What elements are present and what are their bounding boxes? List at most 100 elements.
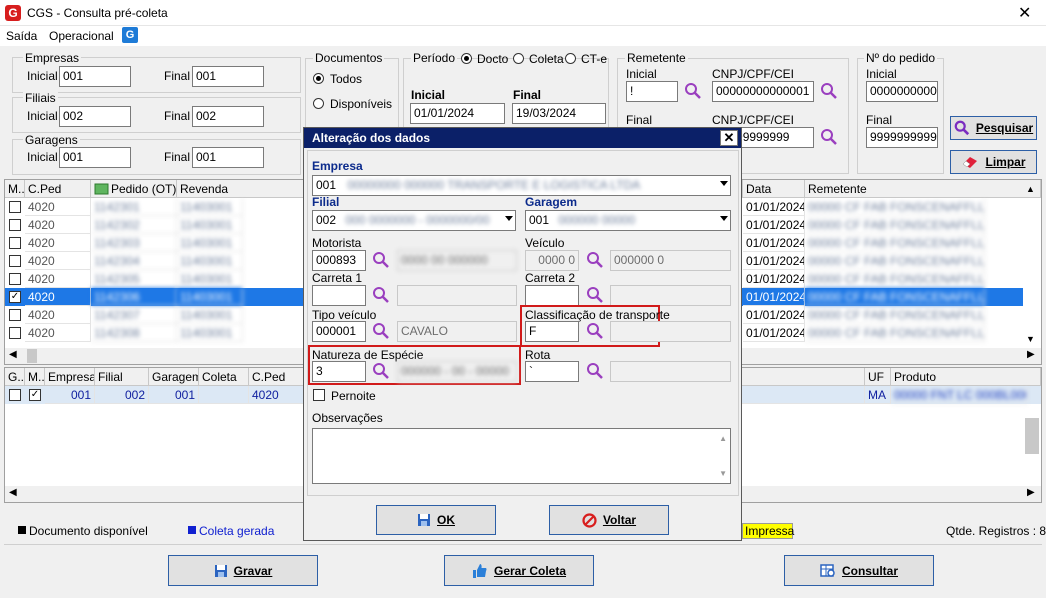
scroll-thumb[interactable] [27, 349, 37, 363]
col-header-produto[interactable]: Produto [891, 368, 1041, 386]
row-checkbox[interactable] [9, 273, 21, 285]
rota-input[interactable]: ` [525, 361, 579, 382]
documentos-todos-radio[interactable] [313, 73, 324, 84]
gerar-coleta-button[interactable]: Gerar Coleta [444, 555, 594, 586]
periodo-inicial-input[interactable]: 01/01/2024 [410, 103, 505, 124]
search-icon[interactable] [586, 286, 604, 304]
search-icon[interactable] [586, 322, 604, 340]
row-checkbox[interactable] [9, 309, 21, 321]
search-icon[interactable] [684, 82, 702, 100]
search-icon[interactable] [820, 128, 838, 146]
motorista-input[interactable]: 000893 [312, 250, 366, 271]
dialog-close-icon[interactable]: ✕ [720, 130, 738, 146]
garagens-label: Garagens [23, 133, 80, 147]
documentos-disponiveis-radio[interactable] [313, 98, 324, 109]
periodo-cte-radio[interactable] [565, 53, 576, 64]
chevron-down-icon[interactable] [505, 216, 513, 221]
row-data: 01/01/2024 [743, 288, 805, 306]
scroll-left-icon[interactable]: ◀ [9, 349, 17, 360]
empresa-select[interactable]: 001 00000000 000000 TRANSPORTE E LOGISTI… [312, 175, 731, 196]
scroll-up-icon[interactable]: ▲ [1026, 184, 1035, 194]
scroll-down-icon[interactable]: ▼ [1026, 334, 1035, 344]
row-m-checkbox[interactable]: ✓ [29, 389, 41, 401]
chevron-down-icon[interactable] [720, 216, 728, 221]
search-icon[interactable] [372, 251, 390, 269]
row-data: 01/01/2024 [743, 324, 805, 342]
close-icon[interactable]: ✕ [1018, 3, 1031, 23]
dialog-title: Alteração dos dados [312, 131, 431, 145]
row-checkbox[interactable] [9, 219, 21, 231]
search-icon[interactable] [372, 322, 390, 340]
app-shortcut-icon[interactable]: G [122, 27, 138, 43]
search-icon[interactable] [372, 362, 390, 380]
pernoite-checkbox[interactable] [313, 389, 325, 401]
limpar-button[interactable]: Limpar [950, 150, 1037, 174]
col-header-m[interactable]: M... [5, 180, 25, 198]
observacoes-textarea[interactable]: ▲ ▼ [312, 428, 731, 484]
garagens-final-input[interactable]: 001 [192, 147, 264, 168]
pesquisar-button[interactable]: Pesquisar [950, 116, 1037, 140]
scroll-right-icon[interactable]: ▶ [1027, 487, 1035, 498]
empresas-inicial-input[interactable]: 001 [59, 66, 131, 87]
classificacao-input[interactable]: F [525, 321, 579, 342]
scroll-down-icon[interactable]: ▼ [719, 466, 727, 481]
col-header-g[interactable]: G... [5, 368, 25, 386]
row-revenda: 11403001 [177, 198, 243, 216]
consultar-button[interactable]: Consultar [784, 555, 934, 586]
row-checkbox[interactable]: ✓ [9, 291, 21, 303]
search-icon[interactable] [372, 286, 390, 304]
filiais-inicial-input[interactable]: 002 [59, 106, 131, 127]
documentos-todos-label: Todos [330, 72, 363, 86]
row-checkbox[interactable] [9, 201, 21, 213]
scroll-up-icon[interactable]: ▲ [719, 431, 727, 446]
row-g-checkbox[interactable] [9, 389, 21, 401]
natureza-input[interactable]: 3 [312, 361, 366, 382]
menu-operacional[interactable]: Operacional [49, 29, 114, 43]
remetente-inicial-label: Inicial [626, 67, 657, 81]
col-header-empresa[interactable]: Empresa [45, 368, 95, 386]
menu-saida[interactable]: Saída [6, 29, 37, 43]
natureza-label: Natureza de Espécie [312, 348, 424, 362]
col-header-data[interactable]: Data [743, 180, 805, 198]
garagem-select[interactable]: 001 000000 00000 [525, 210, 731, 231]
empresas-final-input[interactable]: 001 [192, 66, 264, 87]
remetente-cnpj-inicial-input[interactable]: 00000000000001 [712, 81, 814, 102]
gravar-button[interactable]: Gravar [168, 555, 318, 586]
row-checkbox[interactable] [9, 327, 21, 339]
col-header-cped[interactable]: C.Ped [25, 180, 91, 198]
col-header-garagem[interactable]: Garagem [149, 368, 199, 386]
periodo-final-input[interactable]: 19/03/2024 [512, 103, 606, 124]
money-icon [94, 183, 109, 195]
pedido-inicial-input[interactable]: 0000000000 [866, 81, 938, 102]
filial-select[interactable]: 002 000 0000000 - 0000000/00 [312, 210, 516, 231]
scroll-right-icon[interactable]: ▶ [1027, 349, 1035, 360]
col-header-filial[interactable]: Filial [95, 368, 149, 386]
ok-button[interactable]: OK [376, 505, 496, 535]
tipo-veiculo-input[interactable]: 000001 [312, 321, 366, 342]
alteracao-dialog: Alteração dos dados ✕ Empresa 001 000000… [303, 127, 742, 541]
row-remetente: 00000 CF FAB FONSCENAFFLL [805, 252, 985, 270]
garagens-inicial-input[interactable]: 001 [59, 147, 131, 168]
vertical-scroll-thumb[interactable] [1025, 418, 1039, 454]
voltar-button[interactable]: Voltar [549, 505, 669, 535]
filiais-final-input[interactable]: 002 [192, 106, 264, 127]
carreta2-input[interactable] [525, 285, 579, 306]
remetente-inicial-input[interactable]: ! [626, 81, 678, 102]
chevron-down-icon[interactable] [720, 181, 728, 186]
row-checkbox[interactable] [9, 255, 21, 267]
rota-desc [610, 361, 731, 382]
row-checkbox[interactable] [9, 237, 21, 249]
search-icon[interactable] [820, 82, 838, 100]
veiculo-input[interactable]: 0000 0 [525, 250, 579, 271]
col-header-coleta[interactable]: Coleta [199, 368, 249, 386]
search-icon[interactable] [586, 251, 604, 269]
col-header-m[interactable]: M... [25, 368, 45, 386]
periodo-docto-radio[interactable] [461, 53, 472, 64]
search-icon[interactable] [586, 362, 604, 380]
col-header-remetente[interactable]: Remetente [805, 180, 1041, 198]
col-header-uf[interactable]: UF [865, 368, 891, 386]
carreta1-input[interactable] [312, 285, 366, 306]
periodo-coleta-radio[interactable] [513, 53, 524, 64]
pedido-final-input[interactable]: 9999999999 [866, 127, 938, 148]
scroll-left-icon[interactable]: ◀ [9, 487, 17, 498]
